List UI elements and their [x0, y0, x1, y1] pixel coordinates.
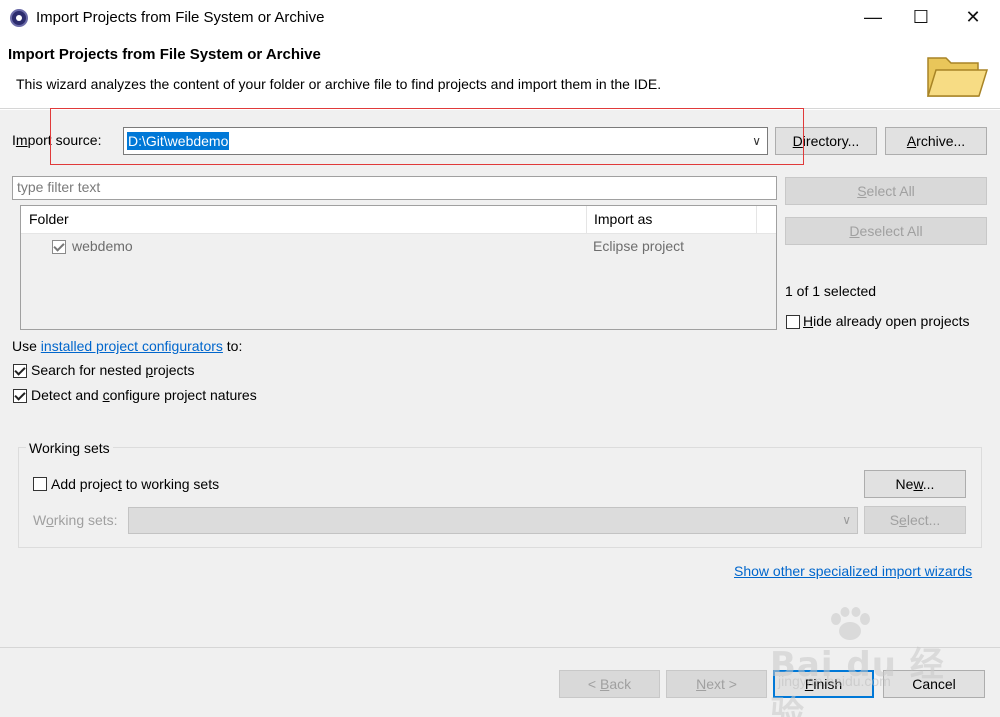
- installed-configurators-link[interactable]: installed project configurators: [41, 338, 223, 354]
- minimize-icon[interactable]: —: [850, 0, 896, 36]
- hide-open-projects-label[interactable]: Hide already open projects: [803, 313, 970, 329]
- open-folder-icon: [926, 57, 989, 97]
- configurators-text: Use installed project configurators to:: [12, 338, 243, 354]
- working-sets-label: Working sets:: [33, 512, 118, 528]
- watermark-url: jingyan.baidu.com: [778, 673, 891, 689]
- annotation-highlight-box: [50, 108, 804, 165]
- nested-projects-checkbox[interactable]: [13, 364, 27, 378]
- new-working-set-button[interactable]: New...: [864, 470, 966, 498]
- projects-table[interactable]: Folder Import as webdemo Eclipse project: [20, 205, 777, 330]
- chevron-down-icon[interactable]: ∨: [842, 513, 851, 527]
- add-to-working-sets-checkbox[interactable]: [33, 477, 47, 491]
- wizard-content: Import source: D:\Git\webdemo ∨ Director…: [0, 110, 1000, 647]
- other-import-wizards-link[interactable]: Show other specialized import wizards: [734, 563, 972, 579]
- wizard-description: This wizard analyzes the content of your…: [16, 76, 662, 92]
- column-header-folder[interactable]: Folder: [29, 211, 69, 227]
- wizard-title: Import Projects from File System or Arch…: [8, 46, 321, 63]
- back-button[interactable]: < Back: [559, 670, 660, 698]
- table-header: Folder Import as: [21, 206, 776, 234]
- nested-projects-label[interactable]: Search for nested projects: [31, 362, 194, 378]
- column-header-import-as[interactable]: Import as: [594, 211, 652, 227]
- hide-open-projects-checkbox[interactable]: [786, 315, 800, 329]
- next-button[interactable]: Next >: [666, 670, 767, 698]
- working-sets-title: Working sets: [26, 440, 113, 456]
- deselect-all-button[interactable]: Deselect All: [785, 217, 987, 245]
- select-working-sets-button[interactable]: Select...: [864, 506, 966, 534]
- select-all-button[interactable]: Select All: [785, 177, 987, 205]
- filter-input[interactable]: type filter text: [12, 176, 777, 200]
- window-title: Import Projects from File System or Arch…: [36, 9, 325, 26]
- wizard-header: Import Projects from File System or Arch…: [0, 36, 1000, 109]
- selected-count: 1 of 1 selected: [785, 283, 877, 299]
- working-sets-combo[interactable]: ∨: [128, 507, 858, 534]
- archive-button[interactable]: Archive...: [885, 127, 987, 155]
- row-folder: webdemo: [72, 238, 133, 254]
- detect-natures-label[interactable]: Detect and configure project natures: [31, 387, 257, 403]
- title-bar: Import Projects from File System or Arch…: [0, 0, 1000, 36]
- close-icon[interactable]: ✕: [950, 0, 996, 36]
- row-checkbox[interactable]: [52, 240, 66, 254]
- paw-logo-icon: [831, 607, 870, 640]
- row-import-as: Eclipse project: [593, 238, 685, 254]
- table-row[interactable]: webdemo Eclipse project: [21, 235, 776, 259]
- detect-natures-checkbox[interactable]: [13, 389, 27, 403]
- eclipse-app-icon: [10, 9, 28, 27]
- maximize-icon[interactable]: ☐: [898, 0, 944, 36]
- add-to-working-sets-label[interactable]: Add project to working sets: [51, 476, 219, 492]
- baidu-watermark: Bai du 经验 jingyan.baidu.com: [768, 607, 958, 717]
